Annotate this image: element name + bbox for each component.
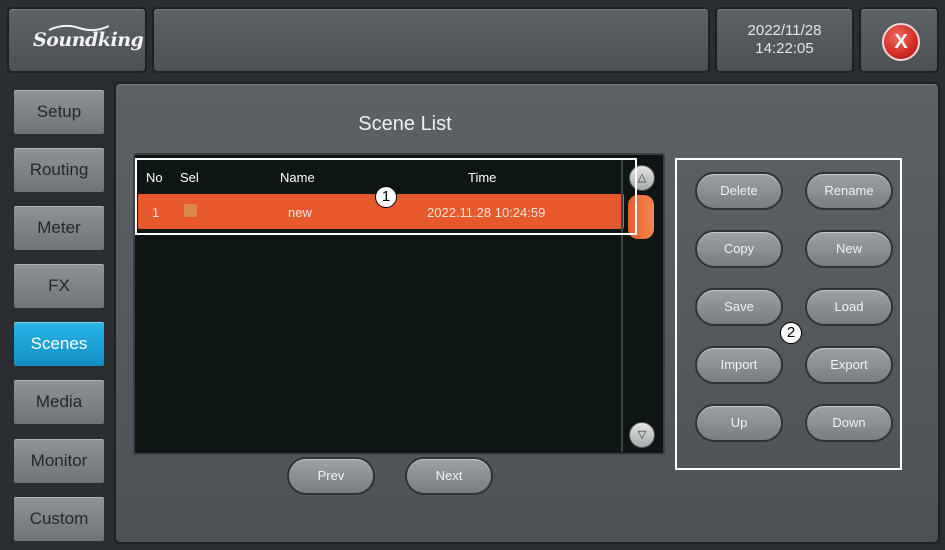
scrollbar-thumb[interactable] [628, 195, 654, 239]
column-header-name: Name [280, 170, 315, 185]
sidebar-item-media[interactable]: Media [12, 378, 106, 426]
callout-marker-1: 1 [375, 186, 397, 208]
next-button[interactable]: Next [405, 457, 493, 495]
clock-display: 2022/11/28 14:22:05 [715, 7, 854, 73]
clock-date: 2022/11/28 [747, 22, 822, 39]
export-button[interactable]: Export [805, 346, 893, 384]
rename-button[interactable]: Rename [805, 172, 893, 210]
copy-button[interactable]: Copy [695, 230, 783, 268]
row-time: 2022.11.28 10:24:59 [427, 205, 546, 220]
up-button[interactable]: Up [695, 404, 783, 442]
new-button[interactable]: New [805, 230, 893, 268]
close-panel: X [859, 7, 939, 73]
row-name: new [288, 205, 312, 220]
scroll-down-icon[interactable]: ▽ [629, 422, 655, 448]
scene-list: No Sel Name Time 1 new 2022.11.28 10:24:… [133, 153, 665, 455]
logo-text: Soundking [33, 29, 144, 51]
scrollbar-track [621, 158, 623, 452]
down-button[interactable]: Down [805, 404, 893, 442]
brand-logo: Soundking [7, 7, 147, 73]
import-button[interactable]: Import [695, 346, 783, 384]
column-header-sel: Sel [180, 170, 199, 185]
sidebar-item-scenes[interactable]: Scenes [12, 320, 106, 368]
load-button[interactable]: Load [805, 288, 893, 326]
callout-marker-2: 2 [780, 322, 802, 344]
clock-time: 14:22:05 [755, 40, 814, 57]
sidebar-item-custom[interactable]: Custom [12, 495, 106, 543]
sidebar-item-meter[interactable]: Meter [12, 204, 106, 252]
title-bar [152, 7, 710, 73]
close-button[interactable]: X [882, 23, 920, 61]
column-header-no: No [146, 170, 163, 185]
sidebar-item-monitor[interactable]: Monitor [12, 437, 106, 485]
prev-button[interactable]: Prev [287, 457, 375, 495]
row-number: 1 [152, 205, 160, 220]
save-button[interactable]: Save [695, 288, 783, 326]
page-title: Scene List [358, 113, 452, 135]
select-indicator[interactable] [184, 204, 197, 217]
delete-button[interactable]: Delete [695, 172, 783, 210]
sidebar-item-routing[interactable]: Routing [12, 146, 106, 194]
sidebar-item-fx[interactable]: FX [12, 262, 106, 310]
column-header-time: Time [468, 170, 497, 185]
sidebar-item-setup[interactable]: Setup [12, 88, 106, 136]
scroll-up-icon[interactable]: △ [629, 165, 655, 191]
